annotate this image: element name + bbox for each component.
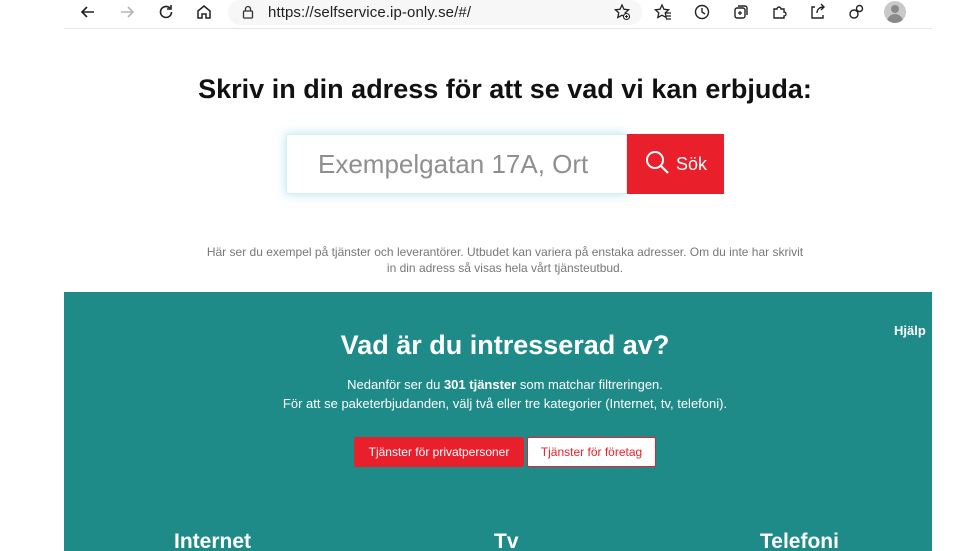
browser-toolbar: https://selfservice.ip-only.se/#/	[0, 0, 980, 28]
services-title: Vad är du intresserad av?	[340, 330, 670, 360]
hero-title: Skriv in din adress för att se vad vi ka…	[198, 74, 812, 104]
settings-icon[interactable]	[842, 0, 870, 24]
profile-avatar[interactable]	[884, 1, 906, 23]
collections-icon[interactable]	[727, 0, 755, 24]
back-icon[interactable]	[74, 0, 102, 24]
category-tv[interactable]: Tv	[494, 530, 519, 551]
search-button[interactable]: Sök	[627, 134, 724, 194]
url-text[interactable]: https://selfservice.ip-only.se/#/	[268, 4, 471, 21]
desc-suffix: som matchar filtreringen.	[519, 377, 663, 392]
disclaimer-line-1: Här ser du exempel på tjänster och lever…	[206, 245, 804, 259]
home-icon[interactable]	[190, 0, 218, 24]
search-button-label: Sök	[675, 153, 708, 174]
favorites-icon[interactable]	[649, 0, 677, 24]
address-search-box	[286, 134, 627, 194]
disclaimer-line-2: in din adress så visas hela vårt tjänste…	[386, 261, 624, 275]
package-hint: För att se paketerbjudanden, välj två el…	[282, 396, 728, 411]
reload-icon[interactable]	[152, 0, 180, 24]
tab-business-services[interactable]: Tjänster för företag	[527, 437, 656, 467]
desc-prefix: Nedanför ser du	[347, 377, 441, 392]
category-internet[interactable]: Internet	[174, 530, 251, 551]
address-bar[interactable]: https://selfservice.ip-only.se/#/	[228, 0, 642, 25]
services-count-line: Nedanför ser du 301 tjänster som matchar…	[64, 375, 946, 394]
toolbar-divider	[64, 28, 932, 29]
lock-icon[interactable]	[240, 4, 256, 20]
address-search-input[interactable]	[287, 135, 626, 193]
disclaimer-text: Här ser du exempel på tjänster och lever…	[190, 244, 820, 276]
search-icon	[644, 149, 670, 180]
favorite-add-icon[interactable]	[608, 0, 636, 24]
forward-icon[interactable]	[113, 0, 141, 24]
extensions-icon[interactable]	[765, 0, 793, 24]
history-icon[interactable]	[688, 0, 716, 24]
services-count: 301 tjänster	[443, 377, 517, 392]
services-description: Nedanför ser du 301 tjänster som matchar…	[64, 375, 946, 413]
share-icon[interactable]	[803, 0, 831, 24]
tab-private-services[interactable]: Tjänster för privatpersoner	[354, 437, 524, 467]
category-telefoni[interactable]: Telefoni	[760, 530, 839, 551]
